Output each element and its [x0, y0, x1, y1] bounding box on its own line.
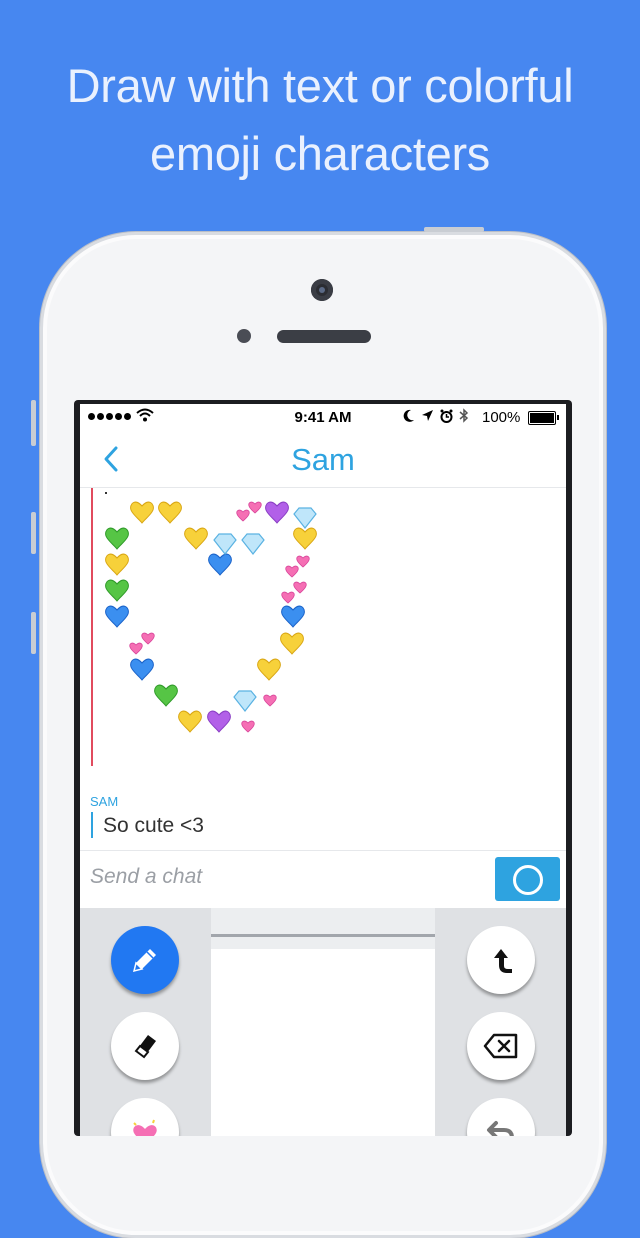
blue-heart-emoji — [281, 605, 305, 628]
eraser-tool-button[interactable] — [111, 1012, 179, 1080]
purple-heart-emoji — [265, 501, 289, 524]
canvas-strip — [211, 937, 435, 949]
power-button — [424, 227, 484, 232]
moon-icon — [403, 409, 414, 422]
status-bar: 9:41 AM 100% — [80, 404, 566, 432]
battery-percent: 100% — [482, 409, 521, 426]
sparkling-heart-emoji — [141, 632, 155, 645]
sparkling-heart-emoji — [248, 501, 262, 514]
page-title: Sam — [291, 442, 355, 477]
headline: Draw with text or colorful emoji charact… — [0, 52, 640, 188]
yellow-heart-emoji — [178, 710, 202, 733]
gem-emoji — [293, 507, 317, 529]
yellow-heart-emoji — [130, 501, 154, 524]
message-accent-bar — [91, 812, 93, 838]
message-sender: SAM — [90, 794, 119, 809]
yellow-heart-emoji — [184, 527, 208, 550]
purple-heart-emoji — [207, 710, 231, 733]
eraser-icon — [134, 1035, 156, 1059]
earpiece-speaker — [277, 330, 371, 343]
green-heart-emoji — [105, 579, 129, 602]
sparkling-heart-emoji — [263, 694, 277, 707]
battery-icon — [528, 411, 559, 425]
yellow-heart-emoji — [293, 527, 317, 550]
backspace-icon — [483, 1033, 518, 1059]
sparkling-heart-emoji — [236, 509, 250, 522]
chat-input[interactable] — [90, 865, 470, 889]
front-camera — [311, 279, 333, 301]
left-tool-panel — [80, 908, 211, 1136]
sparkling-heart-emoji — [285, 565, 299, 578]
canvas-toolbar — [211, 908, 435, 934]
green-heart-emoji — [154, 684, 178, 707]
location-icon — [422, 410, 433, 421]
blue-heart-emoji — [105, 605, 129, 628]
mute-switch — [31, 400, 36, 446]
undo-button[interactable] — [467, 1098, 535, 1136]
green-heart-emoji — [105, 527, 129, 550]
blue-heart-emoji — [130, 658, 154, 681]
send-button[interactable] — [495, 857, 560, 901]
volume-down-button — [31, 612, 36, 654]
backspace-button[interactable] — [467, 1012, 535, 1080]
pencil-icon — [132, 949, 156, 973]
yellow-heart-emoji — [158, 501, 182, 524]
sparkling-heart-emoji — [293, 581, 307, 594]
yellow-heart-emoji — [105, 553, 129, 576]
right-tool-panel — [435, 908, 566, 1136]
bluetooth-icon — [459, 408, 469, 423]
yellow-heart-emoji — [280, 632, 304, 655]
sparkling-heart-emoji — [281, 591, 295, 604]
alarm-icon — [440, 409, 453, 423]
chat-composer — [80, 850, 566, 910]
undo-icon — [487, 1121, 514, 1136]
yellow-heart-emoji — [257, 658, 281, 681]
proximity-sensor — [237, 329, 251, 343]
gem-emoji — [233, 690, 257, 712]
blue-heart-emoji — [208, 553, 232, 576]
sparkling-heart-emoji — [129, 642, 143, 655]
pencil-tool-button[interactable] — [111, 926, 179, 994]
gem-emoji — [241, 533, 265, 555]
emoji-heart-icon — [133, 1119, 157, 1136]
gem-emoji — [213, 533, 237, 555]
app-screen: 9:41 AM 100% Sam SAM So cute <3 Send a c… — [80, 404, 566, 1136]
emoji-tool-button[interactable] — [111, 1098, 179, 1136]
emoji-drawing — [105, 501, 317, 733]
headline-line-1: Draw with text or colorful — [66, 59, 574, 112]
volume-up-button — [31, 512, 36, 554]
nav-bar: Sam — [80, 432, 566, 488]
message-text: So cute <3 — [103, 814, 204, 837]
shift-button[interactable] — [467, 926, 535, 994]
shift-icon — [494, 949, 512, 973]
sparkling-heart-emoji — [296, 555, 310, 568]
status-icons — [402, 408, 469, 423]
headline-line-2: emoji characters — [150, 127, 490, 180]
sparkling-heart-emoji — [241, 720, 255, 733]
